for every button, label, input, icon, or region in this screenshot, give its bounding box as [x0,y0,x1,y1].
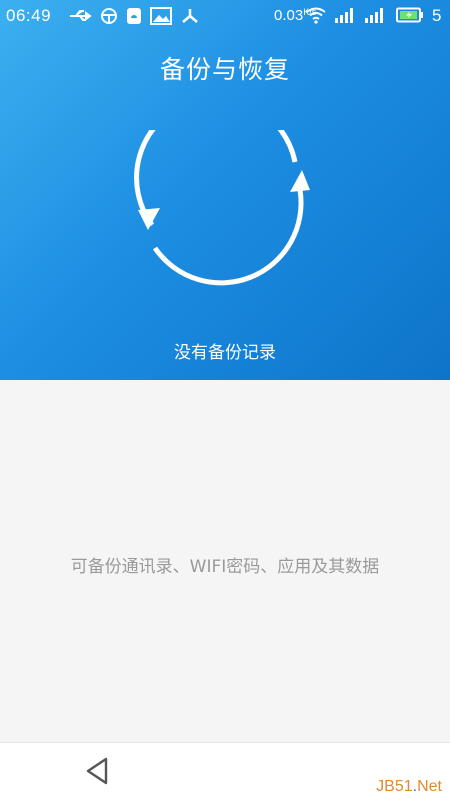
usb-icon [70,10,92,21]
backup-status-text: 没有备份记录 [174,343,276,363]
back-triangle-icon[interactable] [80,753,116,789]
notification-icon [127,8,141,24]
header-banner: 06:49 0.03K/s 5 备份与恢复 没有备份记录 [0,0,450,380]
speed-value: 0.03 [274,7,304,24]
watermark: JB51.Net [376,778,442,796]
signal-icon [365,8,383,23]
status-time: 06:49 [6,6,52,25]
battery-charging-icon [396,7,423,23]
watermark-brand: JB51 [376,778,413,795]
signal-icon [335,8,353,23]
steering-icon [101,8,117,24]
status-bar: 06:49 0.03K/s 5 [0,0,450,32]
page-title: 备份与恢复 [159,55,290,84]
watermark-tld: Net [417,778,442,795]
sync-icon[interactable] [130,130,320,300]
battery-label: 5 [432,6,442,25]
image-icon [150,7,172,25]
share-icon [182,9,198,23]
wifi-icon [306,7,326,24]
backup-hint-text: 可备份通讯录、WIFI密码、应用及其数据 [70,557,380,577]
